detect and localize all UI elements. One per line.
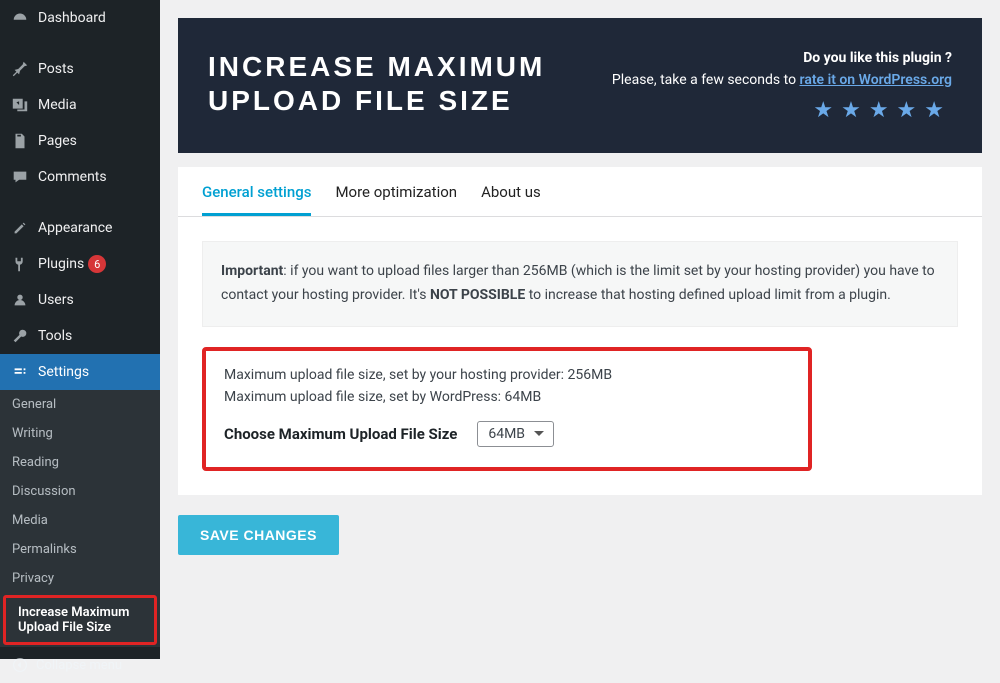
users-icon <box>10 290 30 310</box>
tab-general-settings[interactable]: General settings <box>202 183 311 216</box>
plugin-title: INCREASE MAXIMUM UPLOAD FILE SIZE <box>208 50 545 117</box>
admin-menu: Dashboard Posts Media Pages Comments <box>0 0 160 390</box>
submenu-media[interactable]: Media <box>0 506 160 535</box>
star-rating[interactable]: ★★★★★ <box>612 98 952 123</box>
dashboard-icon <box>10 8 30 28</box>
menu-pages[interactable]: Pages <box>0 123 160 159</box>
menu-appearance[interactable]: Appearance <box>0 210 160 246</box>
hero-rating-box: Do you like this plugin ? Please, take a… <box>612 50 952 123</box>
appearance-icon <box>10 218 30 238</box>
comments-icon <box>10 167 30 187</box>
collapse-menu[interactable]: Collapse menu <box>0 647 160 683</box>
menu-label: Pages <box>38 133 77 149</box>
submenu-discussion[interactable]: Discussion <box>0 477 160 506</box>
important-label: Important <box>221 263 283 279</box>
update-badge: 6 <box>88 255 106 273</box>
save-changes-button[interactable]: SAVE CHANGES <box>178 515 339 555</box>
submenu-privacy[interactable]: Privacy <box>0 564 160 593</box>
menu-users[interactable]: Users <box>0 282 160 318</box>
menu-label: Posts <box>38 61 74 77</box>
tab-bar: General settings More optimization About… <box>178 167 982 217</box>
submenu-increase-max-upload[interactable]: Increase Maximum Upload File Size <box>3 595 157 645</box>
title-line-2: UPLOAD FILE SIZE <box>208 85 513 116</box>
submenu-general[interactable]: General <box>0 390 160 419</box>
important-notice: Important: if you want to upload files l… <box>202 241 958 327</box>
pages-icon <box>10 131 30 151</box>
selected-size-value: 64MB <box>488 426 525 442</box>
main-content: INCREASE MAXIMUM UPLOAD FILE SIZE Do you… <box>160 0 1000 659</box>
menu-posts[interactable]: Posts <box>0 51 160 87</box>
choose-size-row: Choose Maximum Upload File Size 64MB <box>224 421 790 447</box>
rate-prefix: Please, take a few seconds to <box>612 72 800 88</box>
title-line-1: INCREASE MAXIMUM <box>208 51 545 82</box>
rate-line: Please, take a few seconds to rate it on… <box>612 72 952 88</box>
wordpress-limit-text: Maximum upload file size, set by WordPre… <box>224 389 790 405</box>
tab-more-optimization[interactable]: More optimization <box>335 183 457 216</box>
menu-separator <box>0 200 160 205</box>
menu-label: Plugins <box>38 256 84 272</box>
menu-label: Comments <box>38 169 107 185</box>
notice-body-2: to increase that hosting defined upload … <box>525 287 891 303</box>
tools-icon <box>10 326 30 346</box>
menu-label: Dashboard <box>38 10 106 26</box>
rate-link[interactable]: rate it on WordPress.org <box>800 72 952 88</box>
settings-icon <box>10 362 30 382</box>
tab-about-us[interactable]: About us <box>481 183 541 216</box>
admin-sidebar: Dashboard Posts Media Pages Comments <box>0 0 160 659</box>
menu-separator <box>0 41 160 46</box>
plugin-hero: INCREASE MAXIMUM UPLOAD FILE SIZE Do you… <box>178 18 982 153</box>
menu-label: Media <box>38 97 77 113</box>
settings-submenu: General Writing Reading Discussion Media… <box>0 390 160 647</box>
settings-panel: Important: if you want to upload files l… <box>178 217 982 495</box>
like-question: Do you like this plugin ? <box>612 50 952 66</box>
menu-plugins[interactable]: Plugins 6 <box>0 246 160 282</box>
menu-label: Appearance <box>38 220 112 236</box>
pin-icon <box>10 59 30 79</box>
submenu-permalinks[interactable]: Permalinks <box>0 535 160 564</box>
menu-label: Settings <box>38 364 89 380</box>
menu-comments[interactable]: Comments <box>0 159 160 195</box>
collapse-icon <box>10 655 30 675</box>
menu-settings[interactable]: Settings <box>0 354 160 390</box>
submenu-writing[interactable]: Writing <box>0 419 160 448</box>
menu-tools[interactable]: Tools <box>0 318 160 354</box>
not-possible-label: NOT POSSIBLE <box>430 287 525 303</box>
choose-size-label: Choose Maximum Upload File Size <box>224 425 457 443</box>
menu-label: Tools <box>38 328 72 344</box>
max-upload-size-select[interactable]: 64MB <box>477 421 554 447</box>
hosting-limit-text: Maximum upload file size, set by your ho… <box>224 367 790 383</box>
upload-size-box: Maximum upload file size, set by your ho… <box>202 347 812 471</box>
collapse-label: Collapse menu <box>36 658 122 673</box>
media-icon <box>10 95 30 115</box>
menu-media[interactable]: Media <box>0 87 160 123</box>
menu-label: Users <box>38 292 74 308</box>
menu-dashboard[interactable]: Dashboard <box>0 0 160 36</box>
plugins-icon <box>10 254 30 274</box>
submenu-reading[interactable]: Reading <box>0 448 160 477</box>
